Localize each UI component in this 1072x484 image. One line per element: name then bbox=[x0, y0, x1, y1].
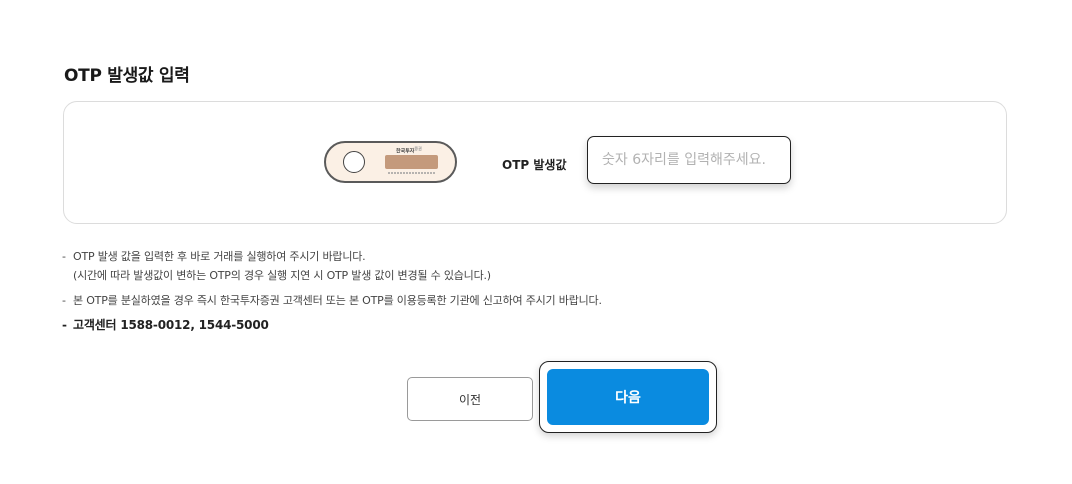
otp-device-brand-text: 한국투자 bbox=[396, 148, 415, 155]
notice-text: OTP 발생 값을 입력한 후 바로 거래를 실행하여 주시기 바랍니다. bbox=[73, 250, 366, 263]
notice-item: 본 OTP를 분실하였을 경우 즉시 한국투자증권 고객센터 또는 본 OTP를… bbox=[62, 291, 602, 310]
customer-center-text: 고객센터 1588-0012, 1544-5000 bbox=[73, 318, 269, 332]
otp-device-illustration: 한국투자증권 bbox=[324, 141, 457, 183]
notice-item: OTP 발생 값을 입력한 후 바로 거래를 실행하여 주시기 바랍니다. (시… bbox=[62, 247, 602, 285]
page-title: OTP 발생값 입력 bbox=[64, 66, 190, 86]
otp-device-brand: 한국투자증권 bbox=[396, 146, 422, 155]
otp-device-brand-sup: 증권 bbox=[414, 146, 422, 151]
prev-button[interactable]: 이전 bbox=[407, 377, 533, 421]
notice-list: OTP 발생 값을 입력한 후 바로 거래를 실행하여 주시기 바랍니다. (시… bbox=[62, 247, 602, 341]
otp-device-button-icon bbox=[343, 151, 365, 173]
next-button[interactable]: 다음 bbox=[547, 369, 709, 425]
otp-device-screen bbox=[385, 155, 438, 169]
otp-device-fineprint bbox=[388, 172, 436, 174]
otp-value-label: OTP 발생값 bbox=[502, 158, 567, 172]
notice-subtext: (시간에 따라 발생값이 변하는 OTP의 경우 실행 지연 시 OTP 발생 … bbox=[73, 269, 491, 282]
otp-value-input[interactable] bbox=[587, 136, 791, 184]
otp-entry-page: OTP 발생값 입력 한국투자증권 OTP 발생값 OTP 발생 값을 입력한 … bbox=[0, 0, 1072, 484]
customer-center-notice: 고객센터 1588-0012, 1544-5000 bbox=[62, 316, 602, 335]
next-button-focus-ring: 다음 bbox=[539, 361, 717, 433]
notice-text: 본 OTP를 분실하였을 경우 즉시 한국투자증권 고객센터 또는 본 OTP를… bbox=[73, 294, 602, 307]
otp-entry-panel: 한국투자증권 OTP 발생값 bbox=[63, 101, 1007, 224]
